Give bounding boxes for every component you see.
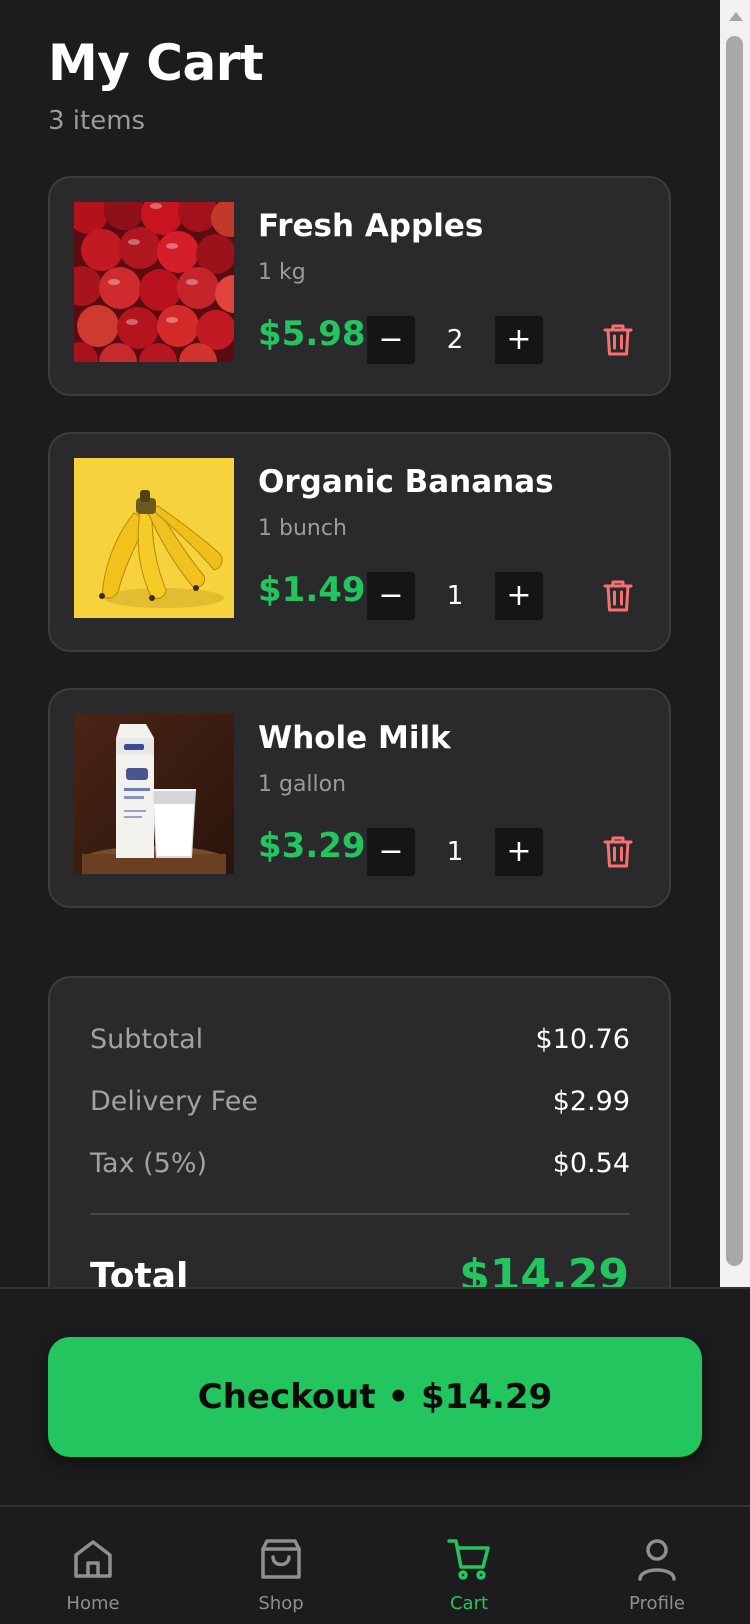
increase-quantity-button[interactable]: +: [495, 316, 543, 364]
checkout-bar: Checkout • $14.29: [0, 1287, 750, 1505]
cart-item-apples: Fresh Apples 1 kg $5.98 − 2 +: [48, 176, 671, 396]
item-price: $5.98: [258, 314, 366, 354]
tab-label: Profile: [629, 1593, 685, 1614]
decrease-quantity-button[interactable]: −: [367, 572, 415, 620]
page-title: My Cart: [48, 34, 264, 92]
apples-image: [74, 202, 234, 362]
tab-home[interactable]: Home: [33, 1507, 153, 1624]
decrease-quantity-button[interactable]: −: [367, 316, 415, 364]
tab-label: Shop: [258, 1593, 304, 1614]
cart-icon: [447, 1539, 490, 1580]
scrollbar-thumb[interactable]: [726, 36, 743, 1266]
tab-profile[interactable]: Profile: [597, 1507, 717, 1624]
scroll-up-arrow-icon[interactable]: [729, 12, 743, 21]
item-name: Fresh Apples: [258, 208, 484, 244]
cart-item-bananas: Organic Bananas 1 bunch $1.49 − 1 +: [48, 432, 671, 652]
trash-icon: [603, 836, 633, 868]
tax-label: Tax (5%): [90, 1148, 208, 1179]
user-icon: [638, 1539, 676, 1581]
remove-item-button[interactable]: [598, 830, 638, 874]
tax-row: Tax (5%) $0.54: [90, 1144, 630, 1184]
shopping-bag-icon: [261, 1539, 301, 1579]
scrollbar[interactable]: [720, 0, 750, 1287]
checkout-button[interactable]: Checkout • $14.29: [48, 1337, 702, 1457]
subtotal-row: Subtotal $10.76: [90, 1020, 630, 1060]
item-name: Whole Milk: [258, 720, 451, 756]
tab-label: Cart: [449, 1593, 489, 1614]
tab-shop[interactable]: Shop: [221, 1507, 341, 1624]
trash-icon: [603, 324, 633, 356]
tax-value: $0.54: [552, 1148, 630, 1179]
tab-label: Home: [66, 1593, 120, 1614]
cart-item-milk: Whole Milk 1 gallon $3.29 − 1 +: [48, 688, 671, 908]
bananas-image: [74, 458, 234, 618]
increase-quantity-button[interactable]: +: [495, 572, 543, 620]
item-unit: 1 bunch: [258, 516, 347, 541]
increase-quantity-button[interactable]: +: [495, 828, 543, 876]
remove-item-button[interactable]: [598, 574, 638, 618]
item-unit: 1 gallon: [258, 772, 347, 797]
quantity-value: 1: [446, 837, 464, 867]
delivery-fee-row: Delivery Fee $2.99: [90, 1082, 630, 1122]
decrease-quantity-button[interactable]: −: [367, 828, 415, 876]
subtotal-value: $10.76: [535, 1024, 630, 1055]
milk-image: [74, 714, 234, 874]
item-count: 3 items: [48, 106, 146, 136]
trash-icon: [603, 580, 633, 612]
total-label: Total: [90, 1256, 189, 1287]
quantity-value: 1: [446, 581, 464, 611]
delivery-fee-label: Delivery Fee: [90, 1086, 258, 1117]
delivery-fee-value: $2.99: [552, 1086, 630, 1117]
bottom-tab-bar: Home Shop Cart Profile: [0, 1505, 750, 1624]
quantity-value: 2: [446, 325, 464, 355]
item-unit: 1 kg: [258, 260, 306, 285]
subtotal-label: Subtotal: [90, 1024, 204, 1055]
tab-cart[interactable]: Cart: [409, 1507, 529, 1624]
item-name: Organic Bananas: [258, 464, 554, 500]
remove-item-button[interactable]: [598, 318, 638, 362]
item-price: $1.49: [258, 570, 366, 610]
home-icon: [74, 1540, 112, 1578]
total-value: $14.29: [459, 1250, 629, 1287]
summary-divider: [90, 1213, 630, 1215]
item-price: $3.29: [258, 826, 366, 866]
order-summary: Subtotal $10.76 Delivery Fee $2.99 Tax (…: [48, 976, 671, 1287]
cart-scroll-area[interactable]: My Cart 3 items Fresh Apples 1 kg $5.98 …: [0, 0, 720, 1287]
